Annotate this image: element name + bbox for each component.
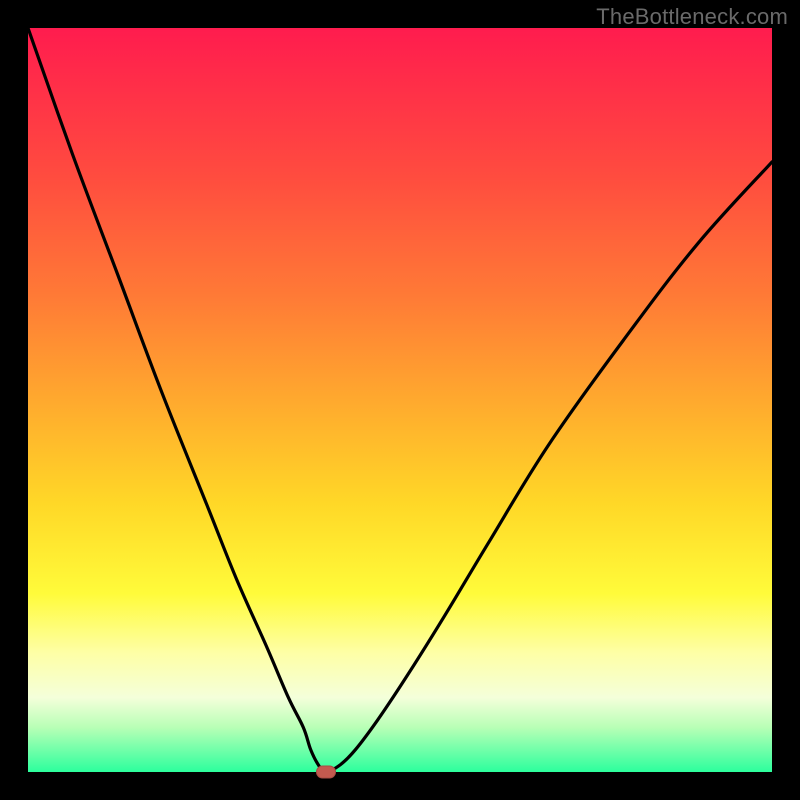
curve-svg [28,28,772,772]
chart-frame: TheBottleneck.com [0,0,800,800]
watermark-text: TheBottleneck.com [596,4,788,30]
minimum-marker [316,766,336,779]
plot-area [28,28,772,772]
curve-path [28,28,772,772]
